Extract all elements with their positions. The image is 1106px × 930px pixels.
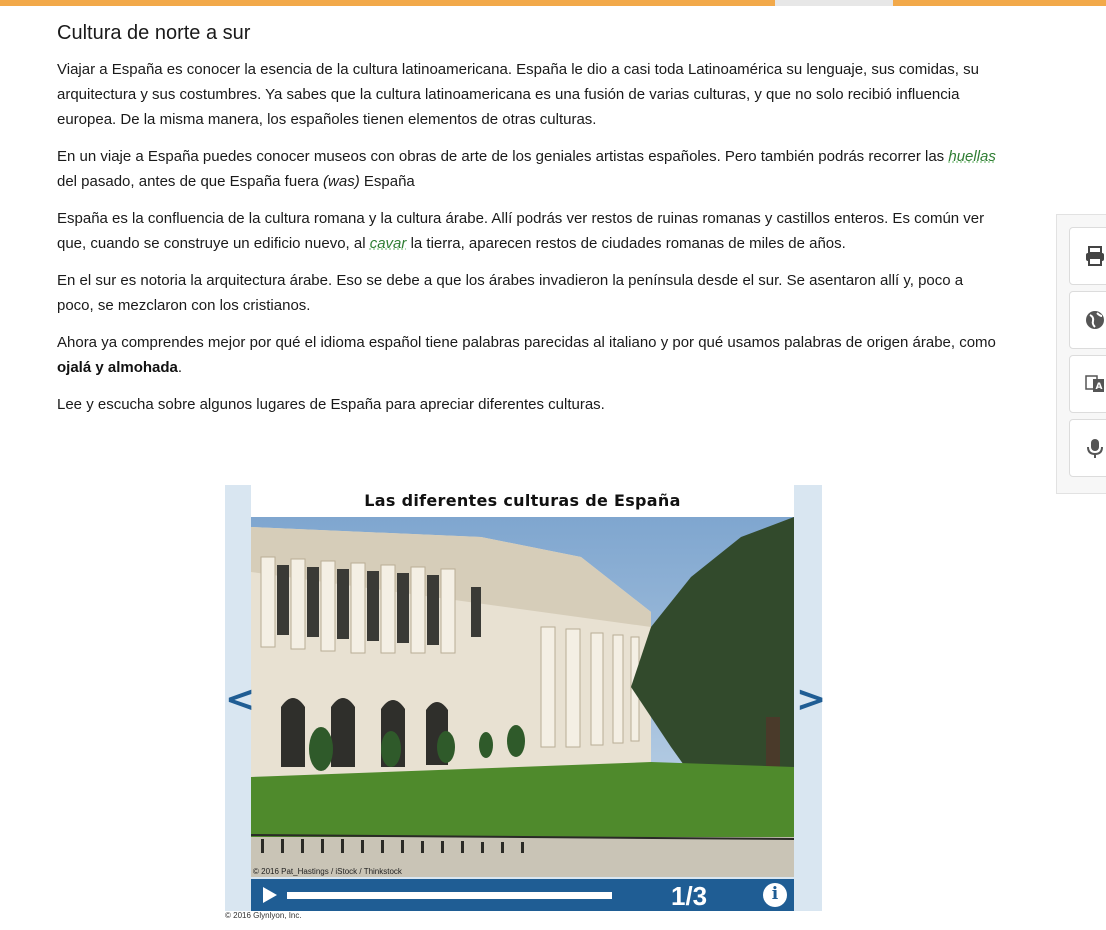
printer-icon xyxy=(1086,246,1104,266)
info-button[interactable]: i xyxy=(763,883,787,907)
paragraph-3: España es la confluencia de la cultura r… xyxy=(57,206,997,256)
translate-button[interactable]: A xyxy=(1069,355,1106,413)
paragraph-2-text-c: España xyxy=(359,173,415,190)
slideshow: Las diferentes culturas de España © 2016… xyxy=(225,485,826,911)
translate-icon: A xyxy=(1085,375,1104,392)
copyright-notice: © 2016 Glynlyon, Inc. xyxy=(225,911,302,920)
play-icon[interactable] xyxy=(263,887,277,903)
paragraph-4: En el sur es notoria la arquitectura ára… xyxy=(57,272,964,314)
audio-button[interactable] xyxy=(1069,419,1106,477)
section-title: Cultura de norte a sur xyxy=(57,22,251,44)
svg-text:A: A xyxy=(1096,382,1103,392)
top-accent-bar-gap xyxy=(775,0,893,6)
print-button[interactable] xyxy=(1069,227,1106,285)
paragraph-5-text-a: Ahora ya comprendes mejor por qué el idi… xyxy=(57,334,996,351)
paragraph-5-strong: ojalá y almohada xyxy=(57,359,178,376)
paragraph-2-was: (was) xyxy=(323,173,360,190)
paragraph-2-text-b: del pasado, antes de que España fuera xyxy=(57,173,324,190)
paragraph-1: Viajar a España es conocer la esencia de… xyxy=(57,61,979,128)
paragraph-6: Lee y escucha sobre algunos lugares de E… xyxy=(57,396,605,413)
article-content: Cultura de norte a sur Viajar a España e… xyxy=(57,20,997,429)
paragraph-3-text-b: la tierra, aparecen restos de ciudades r… xyxy=(406,235,846,252)
globe-icon xyxy=(1086,311,1104,329)
paragraph-5-text-b: . xyxy=(177,359,183,376)
slideshow-title-bar: Las diferentes culturas de España xyxy=(251,485,794,517)
tool-rail: A xyxy=(1056,214,1106,494)
slide-photo xyxy=(251,517,794,877)
language-button[interactable] xyxy=(1069,291,1106,349)
slideshow-controls: 1/3 i xyxy=(251,879,794,911)
paragraph-2: En un viaje a España puedes conocer muse… xyxy=(57,144,997,194)
info-icon: i xyxy=(771,884,779,904)
next-slide-button[interactable]: > xyxy=(796,679,826,720)
slideshow-title: Las diferentes culturas de España xyxy=(364,491,681,510)
glossary-link-huellas[interactable]: huellas xyxy=(948,148,996,165)
museum-photo xyxy=(251,517,794,877)
top-accent-bar xyxy=(0,0,1106,6)
microphone-icon xyxy=(1087,439,1103,458)
paragraph-2-text-a: En un viaje a España puedes conocer muse… xyxy=(57,148,949,165)
audio-progress-bar[interactable] xyxy=(287,892,612,899)
previous-slide-button[interactable]: < xyxy=(225,679,255,720)
photo-credit: © 2016 Pat_Hastings / iStock / Thinkstoc… xyxy=(253,867,402,876)
slide-counter: 1/3 xyxy=(671,881,708,911)
paragraph-5: Ahora ya comprendes mejor por qué el idi… xyxy=(57,330,997,380)
glossary-link-cavar[interactable]: cavar xyxy=(370,235,407,252)
